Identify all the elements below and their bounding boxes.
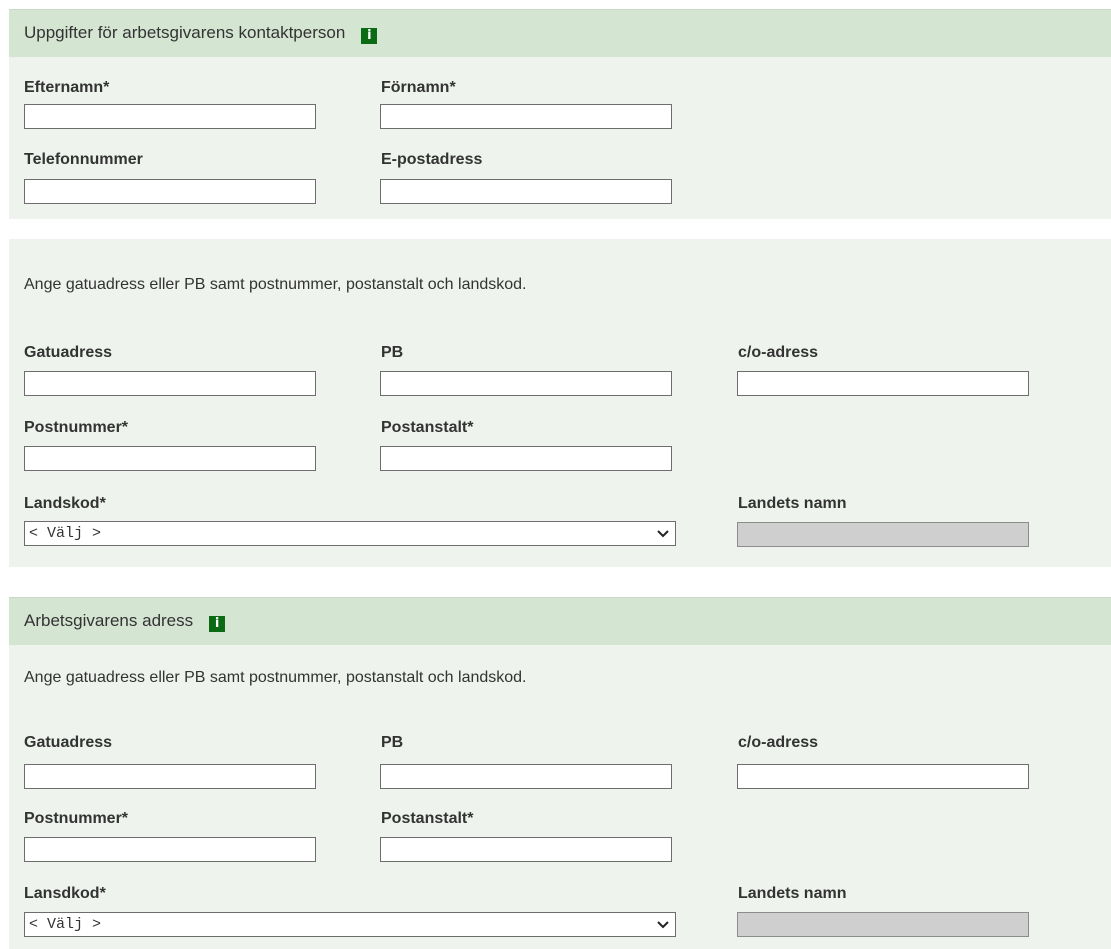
contact-address-section: Ange gatuadress eller PB samt postnummer…: [9, 239, 1111, 567]
contact-person-header: Uppgifter för arbetsgivarens kontaktpers…: [9, 9, 1111, 57]
employer-address-header: Arbetsgivarens adress i: [9, 597, 1111, 645]
country-name-field: [737, 912, 1029, 937]
phone-input[interactable]: [24, 179, 316, 204]
post-office-label: Postanstalt*: [381, 810, 474, 827]
street-input[interactable]: [24, 371, 316, 396]
pobox-label: PB: [381, 734, 404, 751]
contact-person-section: Uppgifter för arbetsgivarens kontaktpers…: [9, 9, 1111, 219]
employer-address-instruction: Ange gatuadress eller PB samt postnummer…: [24, 669, 527, 686]
co-address-label: c/o-adress: [738, 344, 819, 361]
street-label: Gatuadress: [24, 734, 113, 751]
post-office-input[interactable]: [380, 837, 672, 862]
country-name-field: [737, 522, 1029, 547]
street-label: Gatuadress: [24, 344, 113, 361]
info-icon[interactable]: i: [361, 28, 378, 44]
postal-code-input[interactable]: [24, 446, 316, 471]
email-input[interactable]: [380, 179, 672, 204]
co-address-label: c/o-adress: [738, 734, 819, 751]
co-address-input[interactable]: [737, 371, 1029, 396]
pobox-input[interactable]: [380, 764, 672, 789]
country-code-selected: < Välj >: [29, 916, 102, 933]
contact-person-title: Uppgifter för arbetsgivarens kontaktpers…: [24, 23, 346, 42]
pobox-label: PB: [381, 344, 404, 361]
first-name-input[interactable]: [380, 104, 672, 129]
co-address-input[interactable]: [737, 764, 1029, 789]
country-name-label: Landets namn: [738, 885, 847, 902]
postal-code-label: Postnummer*: [24, 810, 129, 827]
pobox-input[interactable]: [380, 371, 672, 396]
country-code-selected: < Välj >: [29, 525, 102, 542]
post-office-label: Postanstalt*: [381, 419, 474, 436]
phone-label: Telefonnummer: [24, 151, 143, 168]
last-name-label: Efternamn*: [24, 79, 110, 96]
chevron-down-icon: [657, 921, 669, 929]
employer-address-title: Arbetsgivarens adress: [24, 611, 194, 630]
country-code-label: Lansdkod*: [24, 885, 106, 902]
contact-address-instruction: Ange gatuadress eller PB samt postnummer…: [24, 276, 527, 293]
postal-code-label: Postnummer*: [24, 419, 129, 436]
first-name-label: Förnamn*: [381, 79, 456, 96]
last-name-input[interactable]: [24, 104, 316, 129]
chevron-down-icon: [657, 530, 669, 538]
country-code-select[interactable]: < Välj >: [24, 912, 676, 937]
country-code-label: Landskod*: [24, 495, 106, 512]
country-code-select[interactable]: < Välj >: [24, 521, 676, 546]
street-input[interactable]: [24, 764, 316, 789]
post-office-input[interactable]: [380, 446, 672, 471]
email-label: E-postadress: [381, 151, 483, 168]
postal-code-input[interactable]: [24, 837, 316, 862]
info-icon[interactable]: i: [209, 616, 226, 632]
country-name-label: Landets namn: [738, 495, 847, 512]
employer-address-section: Arbetsgivarens adress i Ange gatuadress e…: [9, 597, 1111, 949]
